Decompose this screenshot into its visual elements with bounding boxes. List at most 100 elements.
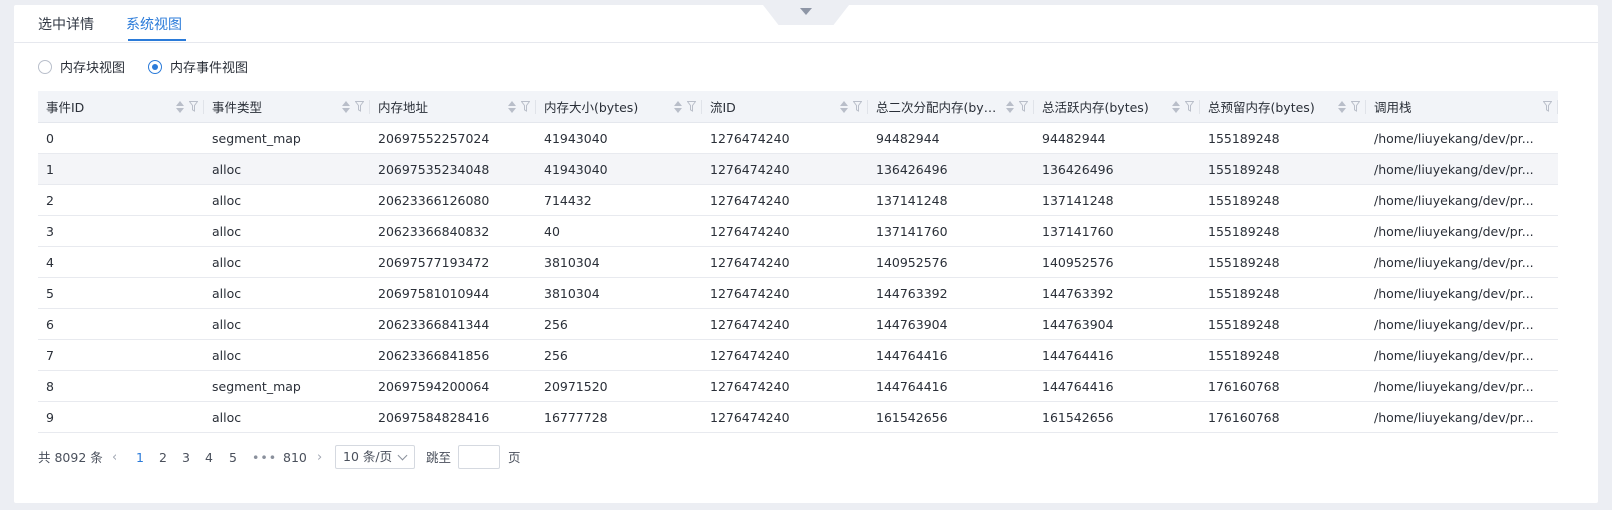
page-2[interactable]: 2 [159,445,167,471]
table-cell: 144763904 [868,308,1034,340]
table-cell: 8 [38,370,204,402]
prev-page-icon[interactable]: ‹ [112,445,117,471]
column-header-label: 事件类型 [212,100,263,115]
radio-event-view[interactable]: 内存事件视图 [148,57,248,76]
table-cell: 41943040 [536,153,702,185]
column-header-3[interactable]: 内存大小(bytes) [536,91,702,123]
page-1[interactable]: 1 [136,445,144,471]
sort-icon[interactable] [508,101,516,113]
tab-selection-details[interactable]: 选中详情 [38,14,94,34]
tab-system-view[interactable]: 系统视图 [126,14,182,34]
table-cell: 144764416 [868,370,1034,402]
table-cell: 40 [536,215,702,247]
column-header-0[interactable]: 事件ID [38,91,204,123]
table-cell: 6 [38,308,204,340]
table-cell: 20697584828416 [370,401,536,433]
table-row[interactable]: 4 alloc 20697577193472 3810304 1276474240 140… [38,246,1558,278]
filter-icon[interactable] [853,101,862,112]
active-tab-indicator [128,39,186,41]
table-header-row: 事件ID 事件类型 内存地址 内存大小(bytes) 流ID 总二次分配内存(byte..… [38,91,1558,123]
table-cell: 20623366126080 [370,184,536,216]
page-size-value: 10 条/页 [343,449,393,464]
column-header-1[interactable]: 事件类型 [204,91,370,123]
table-row[interactable]: 3 alloc 20623366840832 40 1276474240 13714176… [38,215,1558,247]
table-row[interactable]: 0 segment_map 20697552257024 41943040 127647… [38,122,1558,154]
table-cell: 20971520 [536,370,702,402]
column-header-label: 总活跃内存(bytes) [1042,100,1149,115]
filter-icon[interactable] [1351,101,1360,112]
table-cell: 714432 [536,184,702,216]
sort-icon[interactable] [1006,101,1014,113]
table-cell: 1276474240 [702,184,868,216]
filter-icon[interactable] [1019,101,1028,112]
filter-icon[interactable] [355,101,364,112]
table-cell: 20697577193472 [370,246,536,278]
table-cell: 4 [38,246,204,278]
table-cell: /home/liuyekang/dev/pr... [1366,277,1558,309]
page-4[interactable]: 4 [205,445,213,471]
jump-suffix: 页 [508,450,521,465]
table-cell: 144763904 [1034,308,1200,340]
table-cell: 1276474240 [702,246,868,278]
filter-icon[interactable] [687,101,696,112]
radio-block-view-label: 内存块视图 [60,61,126,76]
column-header-4[interactable]: 流ID [702,91,868,123]
sort-icon[interactable] [674,101,682,113]
page-3[interactable]: 3 [182,445,190,471]
table-cell: 155189248 [1200,215,1366,247]
table-cell: 161542656 [868,401,1034,433]
column-header-5[interactable]: 总二次分配内存(byte... [868,91,1034,123]
table-row[interactable]: 7 alloc 20623366841856 256 1276474240 1447644… [38,339,1558,371]
table-cell: 16777728 [536,401,702,433]
page-size-select[interactable]: 10 条/页 [335,445,415,469]
next-page-icon[interactable]: › [317,445,322,471]
sort-icon[interactable] [1172,101,1180,113]
table-cell: 155189248 [1200,122,1366,154]
table-cell: 1276474240 [702,308,868,340]
page-5[interactable]: 5 [229,445,237,471]
filter-icon[interactable] [189,101,198,112]
table-cell: 144764416 [1034,339,1200,371]
table-row[interactable]: 2 alloc 20623366126080 714432 1276474240 1371… [38,184,1558,216]
column-header-label: 流ID [710,100,736,115]
column-header-label: 内存大小(bytes) [544,100,639,115]
table-row[interactable]: 8 segment_map 20697594200064 20971520 127647… [38,370,1558,402]
table-cell: alloc [204,184,370,216]
column-header-2[interactable]: 内存地址 [370,91,536,123]
table-cell: 137141760 [1034,215,1200,247]
table-row[interactable]: 5 alloc 20697581010944 3810304 1276474240 144… [38,277,1558,309]
table-row[interactable]: 6 alloc 20623366841344 256 1276474240 1447639… [38,308,1558,340]
radio-checked-icon[interactable] [148,59,162,74]
filter-icon[interactable] [1185,101,1194,112]
table-row[interactable]: 1 alloc 20697535234048 41943040 1276474240 13… [38,153,1558,185]
radio-event-view-label: 内存事件视图 [170,61,249,76]
column-header-label: 总二次分配内存(byte... [876,100,1001,115]
page-last[interactable]: 810 [283,445,307,471]
table-cell: /home/liuyekang/dev/pr... [1366,215,1558,247]
table-cell: /home/liuyekang/dev/pr... [1366,401,1558,433]
column-header-6[interactable]: 总活跃内存(bytes) [1034,91,1200,123]
table-cell: /home/liuyekang/dev/pr... [1366,370,1558,402]
filter-icon[interactable] [1543,101,1552,112]
table-cell: 155189248 [1200,339,1366,371]
sort-icon[interactable] [1338,101,1346,113]
more-pages-icon[interactable]: ••• [252,445,277,471]
table-cell: alloc [204,215,370,247]
sort-icon[interactable] [342,101,350,113]
bottom-panel: 选中详情 系统视图 内存块视图 内存事件视图 事件ID 事件类型 内存地址 内存大小(… [14,5,1598,503]
sort-icon[interactable] [176,101,184,113]
table-cell: 1276474240 [702,122,868,154]
column-header-8[interactable]: 调用栈 [1366,91,1558,123]
table-row[interactable]: 9 alloc 20697584828416 16777728 1276474240 16… [38,401,1558,433]
radio-block-view[interactable]: 内存块视图 [38,57,125,76]
jump-page-input[interactable] [458,445,500,469]
table-cell: 155189248 [1200,308,1366,340]
column-divider[interactable] [1557,100,1558,114]
sort-icon[interactable] [840,101,848,113]
radio-unchecked-icon[interactable] [38,59,52,74]
table-cell: 94482944 [868,122,1034,154]
table-cell: 256 [536,339,702,371]
column-header-7[interactable]: 总预留内存(bytes) [1200,91,1366,123]
filter-icon[interactable] [521,101,530,112]
table-cell: 20697552257024 [370,122,536,154]
